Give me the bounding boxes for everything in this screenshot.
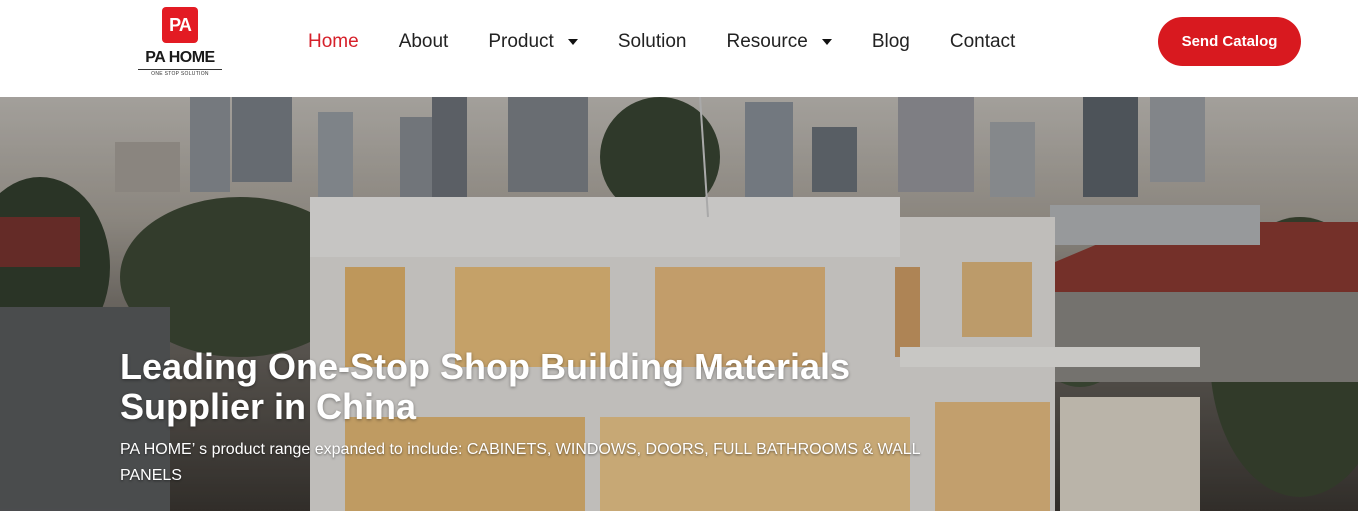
logo[interactable]: PA PA HOME ONE STOP SOLUTION xyxy=(136,7,224,77)
nav-label: About xyxy=(398,31,449,52)
nav-item-product[interactable]: Product xyxy=(488,31,578,53)
logo-tagline: ONE STOP SOLUTION xyxy=(138,69,222,77)
nav-item-about[interactable]: About xyxy=(399,31,449,53)
nav-label: Product xyxy=(488,31,554,52)
nav-label: Contact xyxy=(949,31,1016,52)
nav-label: Solution xyxy=(617,31,687,52)
site-header: PA PA HOME ONE STOP SOLUTION Home About … xyxy=(0,0,1358,97)
logo-badge: PA xyxy=(162,7,198,43)
caret-down-icon xyxy=(567,39,578,45)
nav-label: Blog xyxy=(871,31,910,52)
nav-label: Resource xyxy=(726,31,808,52)
nav-item-contact[interactable]: Contact xyxy=(950,31,1015,53)
nav-item-home[interactable]: Home xyxy=(308,31,359,53)
send-catalog-button[interactable]: Send Catalog xyxy=(1158,17,1301,66)
logo-name: PA HOME xyxy=(145,49,215,66)
main-nav: Home About Product Solution Resource Blo… xyxy=(308,26,1055,58)
hero-subtitle: PA HOME’ s product range expanded to inc… xyxy=(120,441,920,484)
nav-item-solution[interactable]: Solution xyxy=(618,31,687,53)
hero-banner: Leading One-Stop Shop Building Materials… xyxy=(0,97,1358,511)
caret-down-icon xyxy=(821,39,832,45)
nav-label: Home xyxy=(308,31,359,52)
nav-item-resource[interactable]: Resource xyxy=(727,31,832,53)
hero-title: Leading One-Stop Shop Building Materials… xyxy=(120,346,851,427)
nav-item-blog[interactable]: Blog xyxy=(872,31,910,53)
